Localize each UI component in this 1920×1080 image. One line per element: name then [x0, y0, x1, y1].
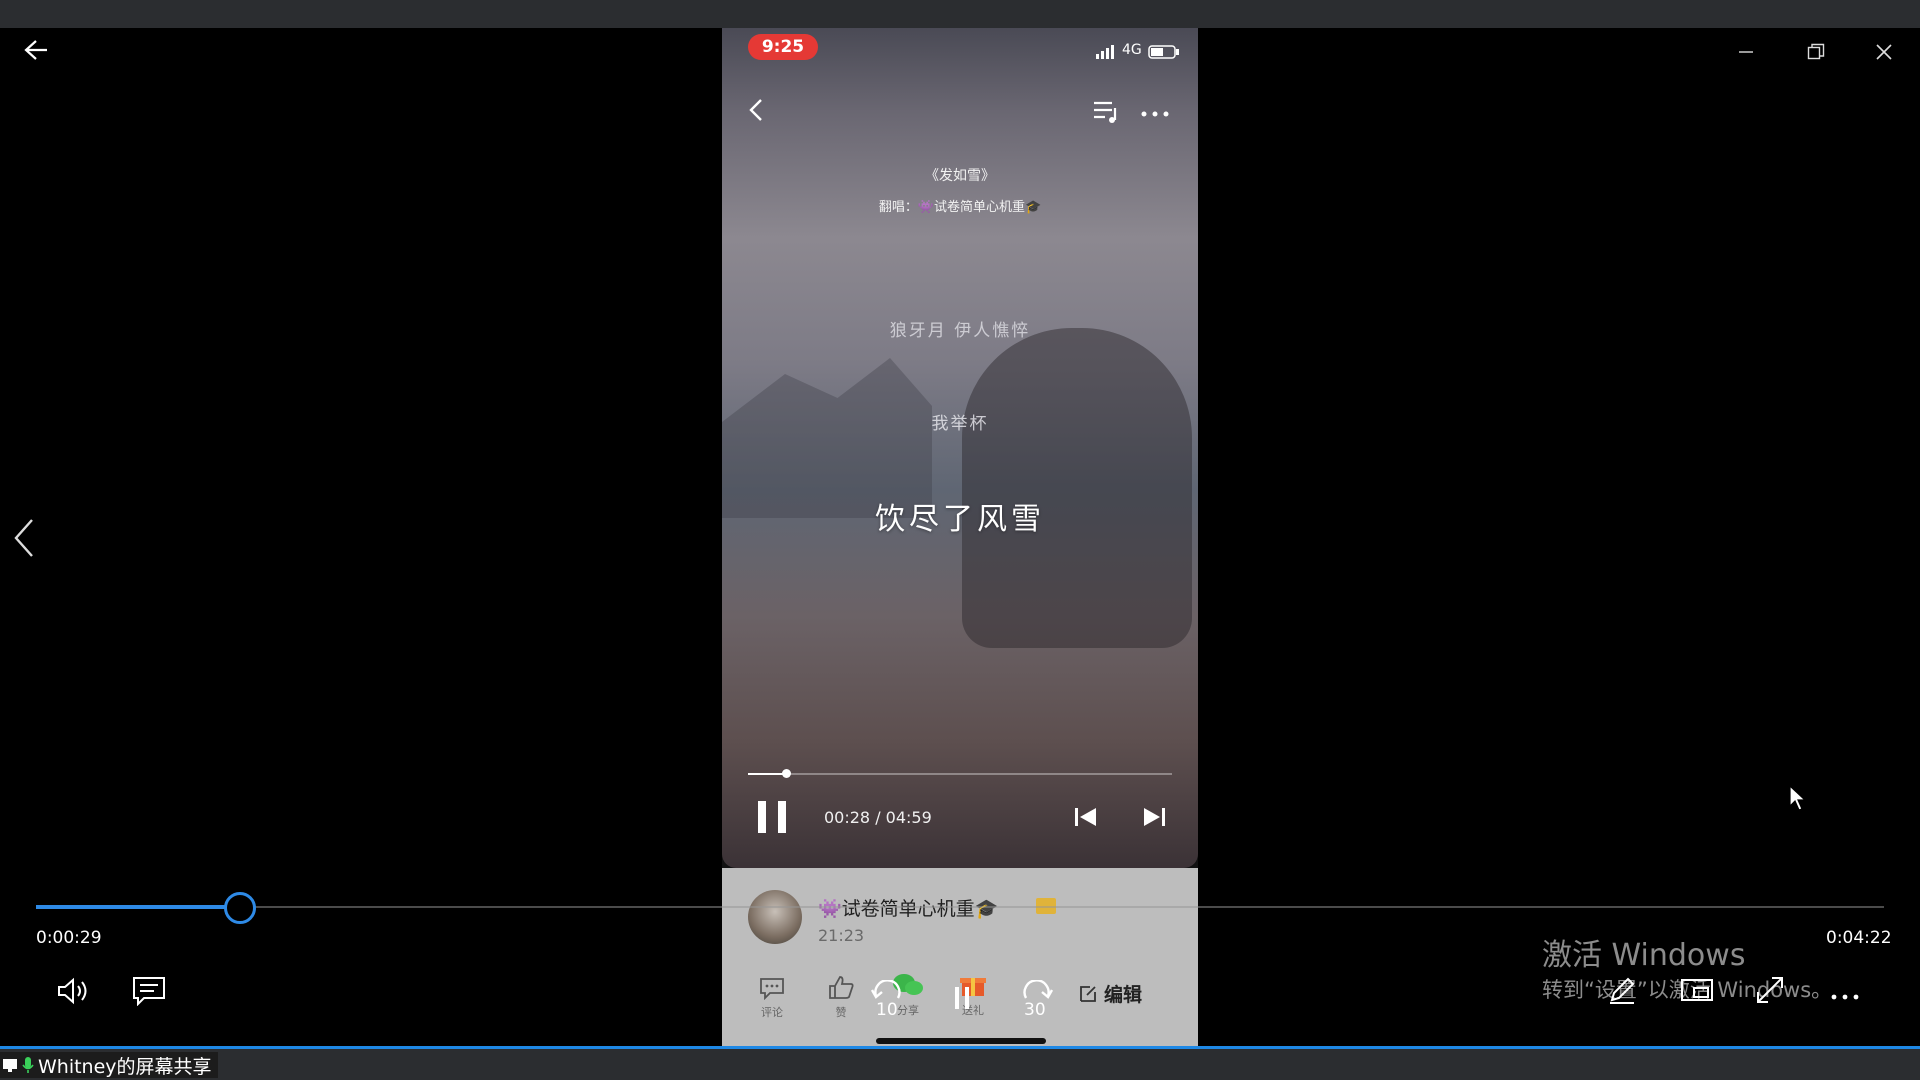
- phone-progress-track[interactable]: [748, 769, 1172, 778]
- signal-icon: [1096, 44, 1118, 63]
- screen-share-bar: [0, 1046, 1920, 1080]
- playlist-icon[interactable]: [1092, 98, 1120, 128]
- phone-time: 00:28 / 04:59: [824, 808, 932, 827]
- forward-label: 30: [1024, 1000, 1046, 1020]
- previous-chevron-icon[interactable]: [10, 516, 36, 564]
- edit-label: 编辑: [1104, 984, 1143, 1006]
- lyric-line-2: 我举杯: [931, 414, 989, 434]
- total-time: 0:04:22: [1826, 928, 1892, 948]
- fullscreen-icon[interactable]: [1754, 974, 1786, 1010]
- video-area: 9:25 4G 《发如雪》 翻唱：👾试卷简单心机重🎓 狼牙月 伊人憔悴 我举杯 …: [722, 28, 1198, 868]
- like-button[interactable]: 赞: [826, 974, 856, 1020]
- phone-screen: 9:25 4G 《发如雪》 翻唱：👾试卷简单心机重🎓 狼牙月 伊人憔悴 我举杯 …: [722, 28, 1198, 1050]
- restore-icon[interactable]: [1796, 36, 1836, 68]
- lyric-line-3: 饮尽了风雪: [875, 502, 1045, 537]
- watermark-title: 激活 Windows: [1542, 938, 1746, 973]
- thumbs-up-icon: [829, 976, 854, 999]
- volume-icon[interactable]: [56, 976, 92, 1010]
- like-label: 赞: [835, 1006, 847, 1019]
- comment-label: 评论: [761, 1006, 783, 1019]
- screen-share-label-box[interactable]: Whitney的屏幕共享: [0, 1052, 218, 1078]
- network-label: 4G: [1122, 42, 1142, 58]
- rewind-label: 10: [876, 1000, 898, 1020]
- overlay-pause-icon[interactable]: [954, 986, 970, 1014]
- uploader-avatar[interactable]: [748, 890, 802, 944]
- lyric-line-1: 狼牙月 伊人憔悴: [889, 321, 1031, 341]
- song-title: 《发如雪》: [925, 168, 995, 184]
- player-progress-track[interactable]: [36, 892, 1884, 924]
- more-options-icon[interactable]: [1140, 104, 1170, 123]
- monitor-icon: [3, 1059, 17, 1072]
- microphone-icon: [22, 1057, 34, 1073]
- phone-progress-knob[interactable]: [782, 769, 792, 778]
- edit-button[interactable]: 编辑: [1078, 980, 1142, 1007]
- captions-icon[interactable]: [132, 976, 166, 1010]
- close-icon[interactable]: [1864, 36, 1904, 68]
- phone-progress-fill: [748, 773, 787, 775]
- phone-pause-icon[interactable]: [756, 800, 788, 838]
- phone-back-icon[interactable]: [746, 96, 766, 128]
- edit-icon: [1080, 985, 1096, 1002]
- pen-icon[interactable]: [1606, 974, 1638, 1010]
- uploader-card: 👾试卷简单心机重🎓 21:23 评论 赞 分享 送礼 编辑 10 30: [722, 868, 1198, 1050]
- comment-button[interactable]: 评论: [754, 976, 790, 1020]
- back-arrow-icon[interactable]: [22, 38, 50, 66]
- previous-track-icon[interactable]: [1074, 806, 1098, 832]
- home-indicator: [876, 1038, 1046, 1044]
- next-track-icon[interactable]: [1142, 806, 1166, 832]
- battery-icon: [1148, 44, 1180, 63]
- face-silhouette: [962, 328, 1192, 648]
- current-time: 0:00:29: [36, 928, 102, 948]
- rewind-button[interactable]: 10: [868, 979, 908, 1024]
- cast-icon[interactable]: [1680, 978, 1714, 1008]
- comment-icon: [760, 978, 784, 1001]
- minimize-icon[interactable]: [1726, 36, 1766, 68]
- status-time: 9:25: [748, 34, 818, 60]
- player-progress-knob[interactable]: [224, 892, 257, 924]
- player-progress-fill: [36, 905, 240, 909]
- screen-share-label: Whitney的屏幕共享: [38, 1055, 212, 1078]
- screen-share-accent-line: [0, 1046, 1920, 1049]
- window-titlebar: [0, 0, 1920, 28]
- more-icon[interactable]: [1830, 986, 1860, 1005]
- upload-time: 21:23: [818, 926, 865, 945]
- forward-button[interactable]: 30: [1016, 979, 1056, 1024]
- mouse-cursor-icon: [1788, 784, 1808, 816]
- cover-credit: 翻唱：👾试卷简单心机重🎓: [878, 200, 1042, 215]
